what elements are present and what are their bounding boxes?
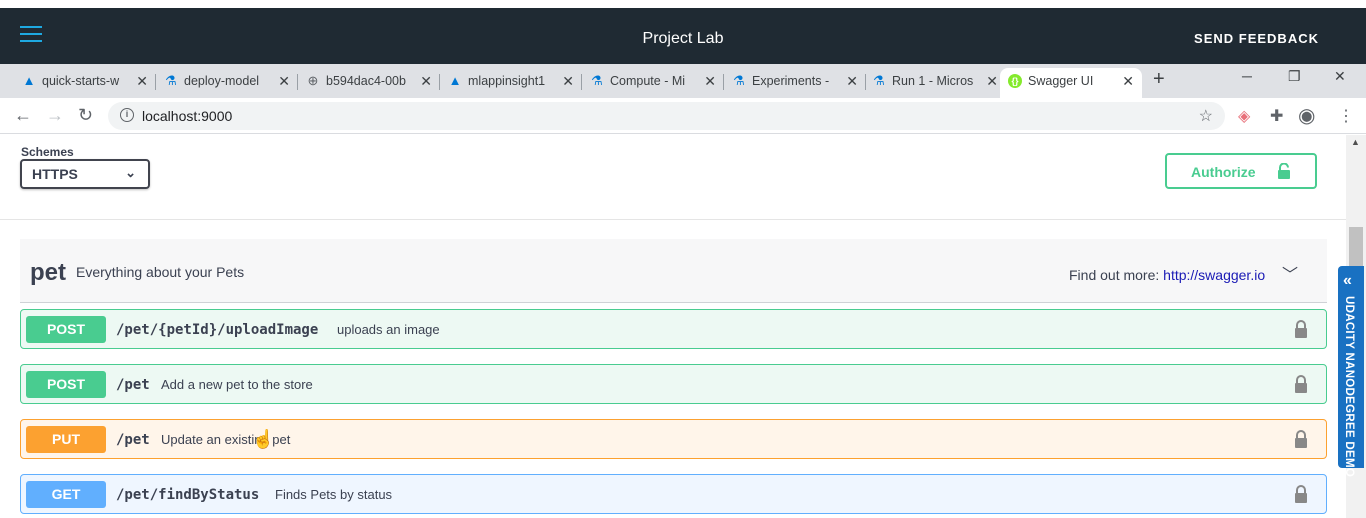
operation-row[interactable]: POST /pet/{petId}/uploadImage uploads an…: [20, 309, 1327, 349]
side-panel-label: UDACITY NANODEGREE DEMO: [1343, 296, 1355, 478]
operation-summary: uploads an image: [337, 322, 440, 337]
azure-icon: ▲: [448, 73, 462, 88]
back-icon[interactable]: ←: [14, 105, 32, 126]
tag-description: Everything about your Pets: [76, 264, 245, 280]
operation-summary: Finds Pets by status: [275, 487, 393, 502]
lock-icon[interactable]: [1294, 430, 1308, 448]
swagger-icon: {}: [1008, 74, 1022, 88]
authorize-button[interactable]: Authorize: [1165, 153, 1317, 189]
browser-tab[interactable]: ⊕ b594dac4-00b ✕: [298, 68, 440, 98]
close-tab-icon[interactable]: ✕: [420, 68, 432, 94]
minimize-icon[interactable]: ─: [1242, 68, 1252, 84]
scrollbar-thumb[interactable]: [1349, 227, 1363, 267]
operation-row[interactable]: GET /pet/findByStatus Finds Pets by stat…: [20, 474, 1327, 514]
method-badge: PUT: [26, 426, 106, 453]
operation-path: /pet/{petId}/uploadImage: [116, 322, 319, 338]
app-bar: Project Lab SEND FEEDBACK: [0, 8, 1366, 64]
tab-label: quick-starts-w: [42, 74, 120, 88]
azure-ml-flask-icon: ⚗: [165, 73, 177, 88]
site-info-icon[interactable]: i: [120, 108, 134, 122]
unlocked-lock-icon: [1278, 163, 1290, 179]
scroll-up-arrow-icon[interactable]: ▲: [1351, 137, 1360, 147]
close-tab-icon[interactable]: ✕: [278, 68, 290, 94]
close-window-icon[interactable]: ✕: [1334, 68, 1346, 85]
url-field[interactable]: i localhost:9000 ☆: [108, 102, 1225, 130]
forward-icon[interactable]: →: [46, 105, 64, 126]
close-tab-icon[interactable]: ✕: [136, 68, 148, 94]
double-chevron-left-icon: «: [1343, 272, 1352, 289]
lock-icon[interactable]: [1294, 375, 1308, 393]
azure-ml-flask-icon: ⚗: [591, 73, 603, 88]
browser-tab[interactable]: ⚗ Experiments - ✕: [724, 68, 866, 98]
schemes-select[interactable]: HTTPS ⌄: [20, 159, 150, 189]
chevron-down-icon: ⌄: [125, 165, 136, 180]
tag-name: pet: [30, 259, 66, 286]
azure-icon: ▲: [22, 73, 36, 88]
tab-label: Swagger UI: [1028, 74, 1094, 88]
globe-icon: ⊕: [307, 73, 319, 88]
chevron-down-icon[interactable]: ﹀: [1282, 261, 1298, 285]
puzzle-extensions-icon[interactable]: ✚: [1270, 106, 1283, 126]
browser-tab-strip: ▲ quick-starts-w ✕ ⚗ deploy-model ✕ ⊕ b5…: [0, 64, 1366, 98]
url-text: localhost:9000: [142, 108, 233, 124]
tab-label: b594dac4-00b: [326, 74, 406, 88]
close-tab-icon[interactable]: ✕: [846, 68, 858, 94]
tab-label: Run 1 - Micros: [892, 74, 974, 88]
close-tab-icon[interactable]: ✕: [704, 68, 716, 94]
browser-tab-active[interactable]: {} Swagger UI ✕: [1000, 68, 1142, 98]
schemes-label: Schemes: [21, 145, 74, 159]
lock-icon[interactable]: [1294, 485, 1308, 503]
tab-label: Experiments -: [752, 74, 830, 88]
browser-tab[interactable]: ⚗ Run 1 - Micros ✕: [864, 68, 1006, 98]
lock-icon[interactable]: [1294, 320, 1308, 338]
operation-path: /pet: [116, 377, 150, 393]
side-panel-tab[interactable]: « UDACITY NANODEGREE DEMO: [1338, 266, 1364, 477]
method-badge: POST: [26, 371, 106, 398]
method-badge: POST: [26, 316, 106, 343]
bookmark-star-icon[interactable]: ☆: [1199, 106, 1213, 126]
close-tab-icon[interactable]: ✕: [562, 68, 574, 94]
send-feedback-button[interactable]: SEND FEEDBACK: [1194, 31, 1319, 46]
extension-icon[interactable]: ◈: [1238, 106, 1250, 126]
tab-label: mlappinsight1: [468, 74, 546, 88]
reload-icon[interactable]: ↻: [78, 105, 93, 126]
profile-avatar-icon[interactable]: ◉: [1298, 103, 1315, 128]
operation-row[interactable]: POST /pet Add a new pet to the store: [20, 364, 1327, 404]
operation-path: /pet/findByStatus: [116, 487, 260, 503]
mouse-cursor-icon: ☝: [252, 429, 275, 449]
more-menu-icon[interactable]: ⋮: [1338, 106, 1354, 126]
find-out-more: Find out more: http://swagger.io: [1069, 267, 1265, 283]
find-out-more-link[interactable]: http://swagger.io: [1163, 267, 1265, 283]
new-tab-icon[interactable]: +: [1153, 68, 1165, 91]
find-out-more-label: Find out more:: [1069, 267, 1160, 283]
close-tab-icon[interactable]: ✕: [1122, 68, 1134, 94]
operation-path: /pet: [116, 432, 150, 448]
close-tab-icon[interactable]: ✕: [986, 68, 998, 94]
authorize-label: Authorize: [1191, 164, 1256, 180]
operation-summary: Add a new pet to the store: [161, 377, 313, 392]
browser-tab[interactable]: ⚗ deploy-model ✕: [156, 68, 298, 98]
method-badge: GET: [26, 481, 106, 508]
top-strip: [0, 0, 1366, 8]
azure-ml-flask-icon: ⚗: [733, 73, 745, 88]
tag-section-pet[interactable]: pet Everything about your Pets Find out …: [20, 239, 1327, 303]
browser-tab[interactable]: ▲ mlappinsight1 ✕: [440, 68, 582, 98]
azure-ml-flask-icon: ⚗: [873, 73, 885, 88]
restore-icon[interactable]: ❐: [1288, 68, 1301, 85]
schemes-selected-value: HTTPS: [32, 166, 78, 182]
app-title: Project Lab: [642, 30, 724, 47]
tab-label: deploy-model: [184, 74, 260, 88]
browser-tab[interactable]: ⚗ Compute - Mi ✕: [582, 68, 724, 98]
address-bar: ← → ↻ i localhost:9000 ☆ ◈ ✚ ◉ ⋮: [0, 98, 1366, 134]
operation-row[interactable]: PUT /pet Update an existing pet: [20, 419, 1327, 459]
browser-tab[interactable]: ▲ quick-starts-w ✕: [14, 68, 156, 98]
swagger-content: Schemes HTTPS ⌄ Authorize pet Everything…: [0, 135, 1366, 518]
divider: [0, 219, 1346, 220]
tab-label: Compute - Mi: [610, 74, 686, 88]
